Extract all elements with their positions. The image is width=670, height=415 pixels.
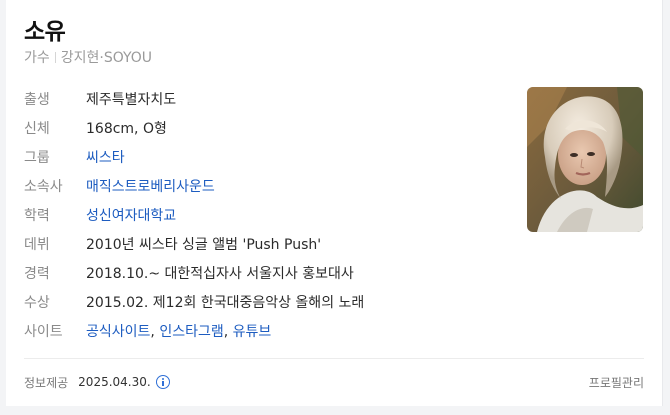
info-label: 그룹 [24,149,50,166]
profile-photo[interactable] [527,87,643,232]
info-label: 데뷔 [24,236,50,253]
info-value: 2010년 씨스타 싱글 앨범 'Push Push' [86,236,322,253]
info-row-birth: 출생 제주특별자치도 [24,84,524,113]
youtube-link[interactable]: 유튜브 [233,324,272,340]
footer: 정보제공 2025.04.30. 프로필관리 [24,372,644,392]
info-row-debut: 데뷔 2010년 씨스타 싱글 앨범 'Push Push' [24,229,524,258]
info-value: 제주특별자치도 [86,91,177,108]
source-label: 정보제공 [24,375,69,390]
info-circle-icon[interactable] [155,375,170,389]
link-separator: , [223,323,233,340]
romanized-name: SOYOU [103,50,153,66]
info-row-education: 학력 성신여자대학교 [24,200,524,229]
info-value: 168cm, O형 [86,120,167,137]
info-row-agency: 소속사 매직스트로베리사운드 [24,171,524,200]
info-row-sites: 사이트 공식사이트, 인스타그램, 유튜브 [24,316,524,345]
info-label: 사이트 [24,323,63,340]
instagram-link[interactable]: 인스타그램 [159,324,223,340]
real-name: 강지현 [60,50,100,66]
profile-photo-image [527,87,643,232]
info-label: 수상 [24,294,50,311]
info-value: 2015.02. 제12회 한국대중음악상 올해의 노래 [86,294,365,311]
footer-divider [24,358,644,359]
profile-subtitle: 가수 강지현·SOYOU [24,47,152,67]
agency-link[interactable]: 매직스트로베리사운드 [86,176,215,196]
occupation: 가수 [24,50,50,66]
info-row-body: 신체 168cm, O형 [24,113,524,142]
link-separator: , [150,323,160,340]
source-date: 2025.04.30. [78,375,151,389]
info-label: 학력 [24,207,50,224]
site-links: 공식사이트, 인스타그램, 유튜브 [86,321,271,341]
info-row-group: 그룹 씨스타 [24,142,524,171]
profile-name[interactable]: 소유 [24,12,66,46]
info-row-career: 경력 2018.10.~ 대한적십자사 서울지사 홍보대사 [24,258,524,287]
info-row-award: 수상 2015.02. 제12회 한국대중음악상 올해의 노래 [24,287,524,316]
info-list: 출생 제주특별자치도 신체 168cm, O형 그룹 씨스타 소속사 매직스트로… [24,84,524,345]
education-link[interactable]: 성신여자대학교 [86,205,176,225]
info-label: 경력 [24,265,50,282]
info-label: 신체 [24,120,50,137]
profile-manage-link[interactable]: 프로필관리 [589,374,644,391]
profile-card: 소유 가수 강지현·SOYOU 출생 제주특별자치도 신체 168cm, O형 그… [6,0,663,406]
info-value: 2018.10.~ 대한적십자사 서울지사 홍보대사 [86,265,354,282]
official-site-link[interactable]: 공식사이트 [86,324,150,340]
info-label: 출생 [24,91,50,108]
subtitle-divider [54,52,56,63]
info-label: 소속사 [24,178,63,195]
group-link[interactable]: 씨스타 [86,147,125,167]
